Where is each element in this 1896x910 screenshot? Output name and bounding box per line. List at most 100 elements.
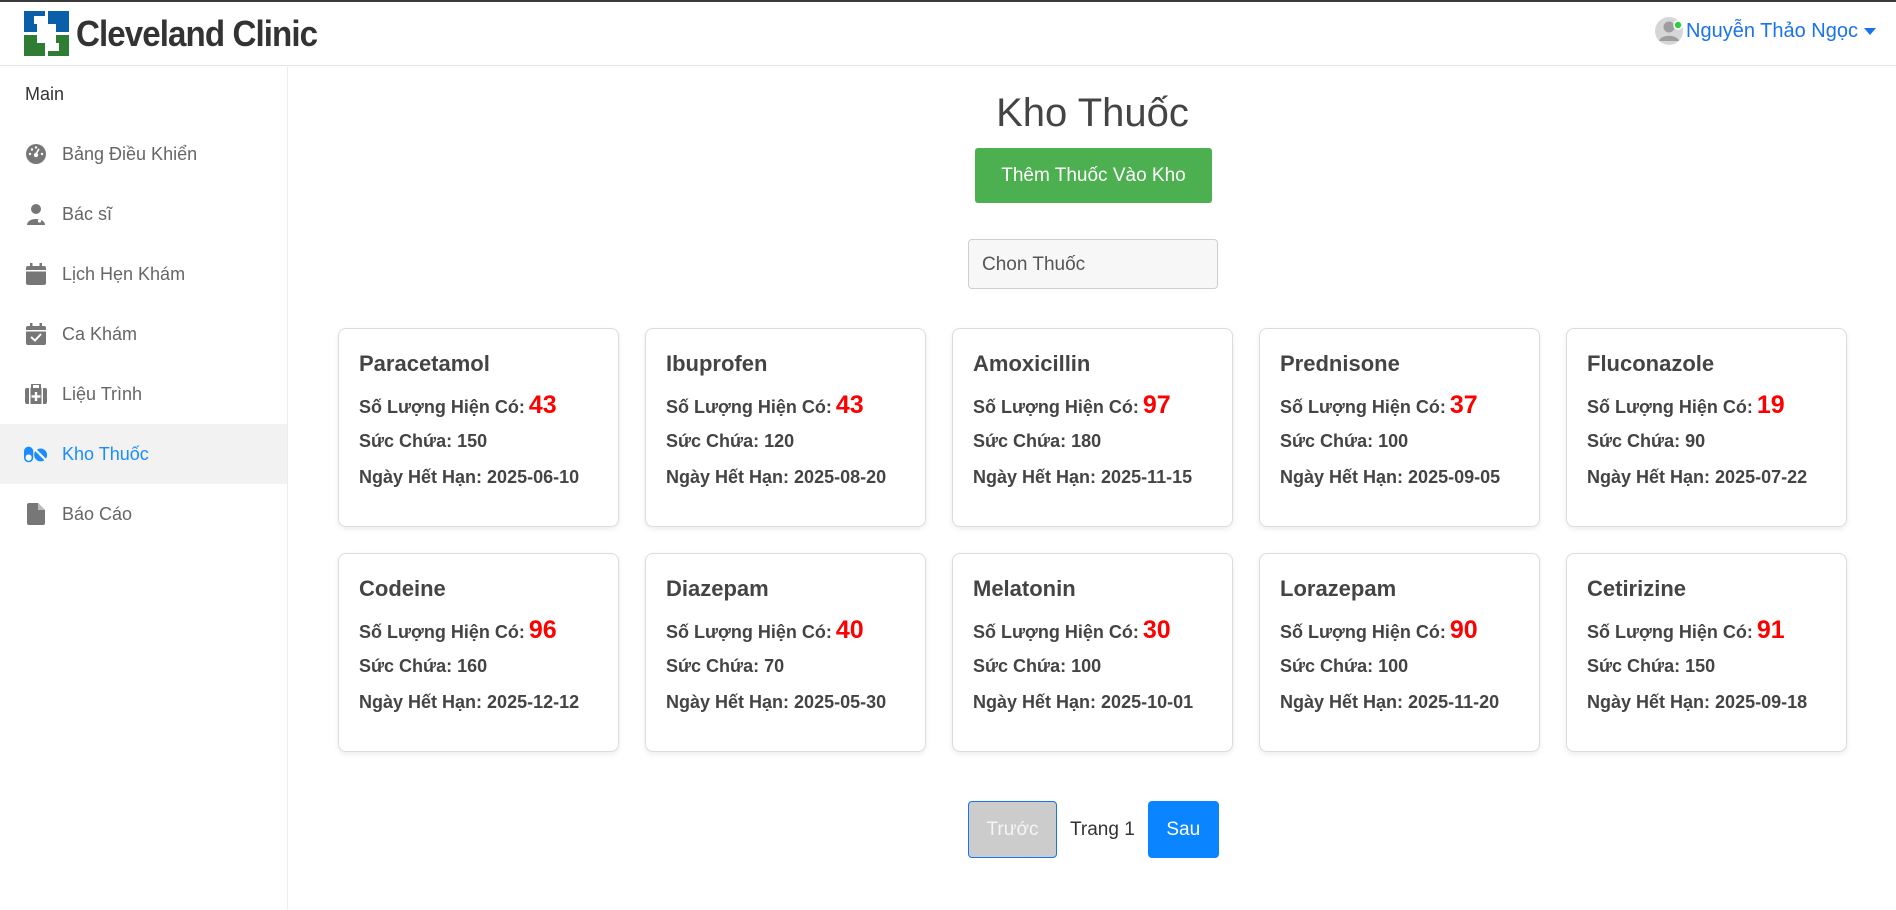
add-medicine-button[interactable]: Thêm Thuốc Vào Kho	[975, 148, 1212, 203]
medicine-card[interactable]: Fluconazole Số Lượng Hiện Có: 19 Sức Chứa: …	[1566, 328, 1847, 527]
quantity-row: Số Lượng Hiện Có: 91	[1587, 616, 1826, 656]
quantity-row: Số Lượng Hiện Có: 37	[1280, 391, 1519, 431]
capacity-value: 150	[457, 431, 488, 451]
expiry-row: Ngày Hết Hạn: 2025-07-22	[1587, 467, 1826, 503]
medicine-card[interactable]: Paracetamol Số Lượng Hiện Có: 43 Sức Chứa: …	[338, 328, 619, 527]
prev-page-button[interactable]: Trước	[968, 801, 1057, 858]
sidebar-item-label: Liệu Trình	[62, 383, 143, 404]
expiry-value: 2025-06-10	[487, 467, 580, 487]
capacity-label: Sức Chứa:	[1280, 656, 1374, 676]
sidebar-item-shifts[interactable]: Ca Khám	[0, 304, 287, 364]
quantity-value: 96	[528, 616, 557, 644]
capacity-value: 100	[1071, 656, 1102, 676]
capacity-value: 120	[764, 431, 795, 451]
medicine-card[interactable]: Amoxicillin Số Lượng Hiện Có: 97 Sức Chứa: …	[952, 328, 1233, 527]
page-title: Kho Thuốc	[996, 91, 1189, 135]
sidebar-item-label: Ca Khám	[62, 323, 138, 344]
medicine-card[interactable]: Prednisone Số Lượng Hiện Có: 37 Sức Chứa: 1…	[1259, 328, 1540, 527]
quantity-label: Số Lượng Hiện Có:	[1280, 397, 1446, 417]
quantity-label: Số Lượng Hiện Có:	[1280, 622, 1446, 642]
sidebar-item-label: Báo Cáo	[62, 503, 133, 524]
sidebar-item-appointments[interactable]: Lịch Hẹn Khám	[0, 244, 287, 304]
quantity-label: Số Lượng Hiện Có:	[359, 622, 525, 642]
expiry-row: Ngày Hết Hạn: 2025-11-20	[1280, 692, 1519, 728]
medicine-name: Melatonin	[973, 576, 1076, 601]
user-name: Nguyễn Thảo Ngọc	[1686, 19, 1858, 42]
expiry-row: Ngày Hết Hạn: 2025-05-30	[666, 692, 905, 728]
capacity-value: 70	[764, 656, 785, 676]
sidebar-item-doctors[interactable]: Bác sĩ	[0, 184, 287, 244]
capacity-value: 180	[1071, 431, 1102, 451]
capacity-row: Sức Chứa: 150	[359, 431, 598, 467]
capacity-row: Sức Chứa: 90	[1587, 431, 1826, 467]
page-indicator: Trang 1	[1070, 818, 1135, 840]
capacity-label: Sức Chứa:	[359, 656, 453, 676]
user-menu[interactable]: Nguyễn Thảo Ngọc	[1654, 16, 1876, 46]
capacity-row: Sức Chứa: 100	[1280, 431, 1519, 467]
sidebar: Main Bảng Điều Khiển Bác sĩ Lịch Hẹn Khá…	[0, 67, 288, 910]
expiry-row: Ngày Hết Hạn: 2025-09-18	[1587, 692, 1826, 728]
expiry-label: Ngày Hết Hạn:	[359, 467, 483, 487]
capacity-row: Sức Chứa: 180	[973, 431, 1212, 467]
sidebar-item-label: Lịch Hẹn Khám	[62, 263, 186, 284]
sidebar-item-pharmacy[interactable]: Kho Thuốc	[0, 424, 287, 484]
expiry-value: 2025-08-20	[794, 467, 887, 487]
expiry-value: 2025-11-20	[1408, 692, 1500, 712]
dashboard-icon	[24, 142, 48, 166]
sidebar-item-label: Bảng Điều Khiển	[62, 143, 198, 164]
sidebar-item-reports[interactable]: Báo Cáo	[0, 484, 287, 544]
expiry-value: 2025-11-15	[1101, 467, 1193, 487]
expiry-label: Ngày Hết Hạn:	[973, 467, 1097, 487]
next-page-button[interactable]: Sau	[1147, 801, 1219, 858]
medicine-name: Lorazepam	[1280, 576, 1397, 601]
expiry-label: Ngày Hết Hạn:	[1280, 467, 1404, 487]
expiry-row: Ngày Hết Hạn: 2025-08-20	[666, 467, 905, 503]
medicine-card[interactable]: Cetirizine Số Lượng Hiện Có: 91 Sức Chứa: 1…	[1566, 553, 1847, 752]
quantity-value: 43	[528, 391, 557, 419]
calendar-icon	[24, 262, 48, 286]
quantity-label: Số Lượng Hiện Có:	[973, 397, 1139, 417]
capacity-value: 100	[1378, 431, 1409, 451]
medicine-card[interactable]: Codeine Số Lượng Hiện Có: 96 Sức Chứa: 160 N…	[338, 553, 619, 752]
sidebar-item-dashboard[interactable]: Bảng Điều Khiển	[0, 124, 287, 184]
capacity-label: Sức Chứa:	[1587, 656, 1681, 676]
expiry-value: 2025-10-01	[1101, 692, 1194, 712]
expiry-value: 2025-09-05	[1408, 467, 1501, 487]
doctor-icon	[24, 202, 48, 226]
quantity-row: Số Lượng Hiện Có: 19	[1587, 391, 1826, 431]
quantity-label: Số Lượng Hiện Có:	[666, 397, 832, 417]
capacity-label: Sức Chứa:	[1587, 431, 1681, 451]
pagination: Trước Trang 1 Sau	[968, 801, 1219, 858]
expiry-label: Ngày Hết Hạn:	[666, 692, 790, 712]
expiry-value: 2025-07-22	[1715, 467, 1808, 487]
expiry-row: Ngày Hết Hạn: 2025-11-15	[973, 467, 1212, 503]
medicine-card[interactable]: Melatonin Số Lượng Hiện Có: 30 Sức Chứa: 10…	[952, 553, 1233, 752]
expiry-label: Ngày Hết Hạn:	[359, 692, 483, 712]
sidebar-item-treatments[interactable]: Liệu Trình	[0, 364, 287, 424]
medicine-name: Amoxicillin	[973, 351, 1091, 376]
expiry-label: Ngày Hết Hạn:	[666, 467, 790, 487]
medicine-name: Ibuprofen	[666, 351, 768, 376]
quantity-row: Số Lượng Hiện Có: 96	[359, 616, 598, 656]
quantity-value: 19	[1756, 391, 1785, 419]
quantity-label: Số Lượng Hiện Có:	[666, 622, 832, 642]
expiry-value: 2025-09-18	[1715, 692, 1808, 712]
quantity-label: Số Lượng Hiện Có:	[973, 622, 1139, 642]
quantity-value: 91	[1756, 616, 1785, 644]
app-header: Cleveland Clinic Nguyễn Thảo Ngọc	[0, 2, 1896, 66]
capacity-label: Sức Chứa:	[973, 656, 1067, 676]
expiry-label: Ngày Hết Hạn:	[1587, 692, 1711, 712]
capacity-label: Sức Chứa:	[1280, 431, 1374, 451]
medicine-card[interactable]: Lorazepam Số Lượng Hiện Có: 90 Sức Chứa: 10…	[1259, 553, 1540, 752]
brand-logo[interactable]: Cleveland Clinic	[24, 11, 338, 56]
pills-icon	[24, 442, 48, 466]
medicine-card[interactable]: Diazepam Số Lượng Hiện Có: 40 Sức Chứa: 70 N…	[645, 553, 926, 752]
expiry-label: Ngày Hết Hạn:	[973, 692, 1097, 712]
medicine-card[interactable]: Ibuprofen Số Lượng Hiện Có: 43 Sức Chứa: 12…	[645, 328, 926, 527]
medicine-select[interactable]: Chon Thuốc	[968, 239, 1218, 289]
capacity-label: Sức Chứa:	[973, 431, 1067, 451]
capacity-value: 160	[457, 656, 488, 676]
capacity-value: 150	[1685, 656, 1716, 676]
capacity-label: Sức Chứa:	[359, 431, 453, 451]
sidebar-section-title: Main	[25, 84, 65, 104]
